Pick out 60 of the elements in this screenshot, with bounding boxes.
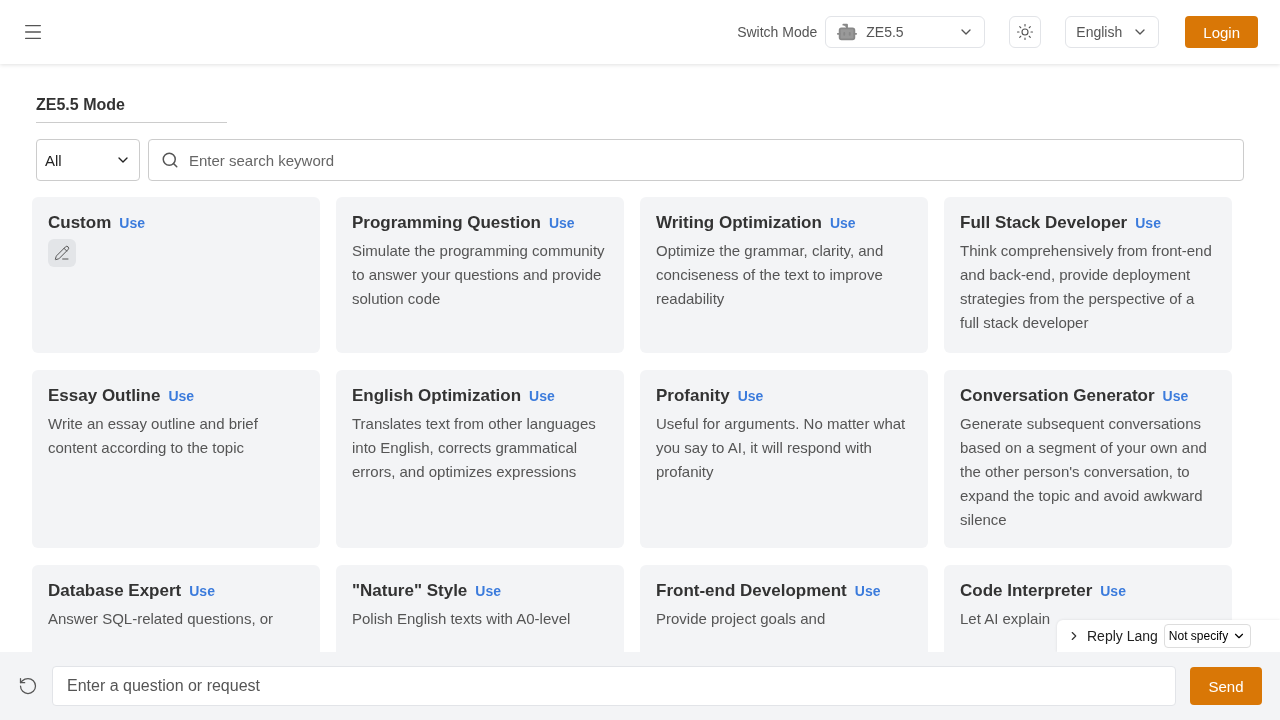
card-title: Essay Outline (48, 386, 161, 406)
card-description: Polish English texts with A0-level (352, 609, 572, 629)
card-description: Useful for arguments. No matter what you say to AI, it will respond with profanity (656, 414, 907, 482)
prompt-card[interactable]: Full Stack Developer Use Think comprehensively from front-end and back-end, provide deployment strategies from the perspective of a full stack developer (944, 197, 1232, 353)
card-title: Custom (48, 213, 112, 233)
prompt-card[interactable]: Custom Use (32, 197, 320, 353)
category-select[interactable]: All (36, 139, 140, 181)
prompt-card[interactable]: Conversation Generator Use Generate subsequent conversations based on a segment of your own and the other person's conversation, to expand the topic and avoid awkward silence (944, 370, 1232, 548)
card-description: Simulate the programming community to answer your questions and provide solution code (352, 241, 606, 309)
prompt-card[interactable]: Database Expert Use Answer SQL-related questions, or (32, 565, 320, 652)
card-title: Conversation Generator (960, 386, 1155, 406)
card-title: Full Stack Developer (960, 213, 1128, 233)
card-description: Provide project goals and (656, 609, 827, 629)
question-input[interactable]: Enter a question or request (52, 666, 1176, 706)
page-title: ZE5.5 Mode (36, 96, 227, 123)
prompt-card[interactable]: English Optimization Use Translates text from other languages into English, corrects grammatical errors, and optimizes expressions (336, 370, 624, 548)
card-description: Answer SQL-related questions, or (48, 609, 275, 629)
prompt-card[interactable]: Profanity Use Useful for arguments. No matter what you say to AI, it will respond with profanity (640, 370, 928, 548)
card-title: Code Interpreter (960, 581, 1093, 601)
search-icon (161, 151, 179, 169)
use-link[interactable]: Use (119, 215, 145, 231)
sun-icon[interactable] (1009, 16, 1042, 48)
card-title: Profanity (656, 386, 730, 406)
card-title: Database Expert (48, 581, 182, 601)
card-title: Front-end Development (656, 581, 847, 601)
card-description: Let AI explain (960, 609, 1052, 629)
card-title: "Nature" Style (352, 581, 468, 601)
edit-icon[interactable] (48, 239, 76, 267)
switch-mode-label: Switch Mode (737, 24, 818, 40)
use-link[interactable]: Use (737, 388, 764, 404)
search-field[interactable]: Enter search keyword (148, 139, 1244, 181)
use-link[interactable]: Use (829, 215, 856, 231)
prompt-card[interactable]: Front-end Development Use Provide project goals and (640, 565, 928, 652)
card-title: English Optimization (352, 386, 522, 406)
card-description: Generate subsequent conversations based on a segment of your own and the other person's conversation, to expand the topic and avoid awkward silence (960, 414, 1208, 530)
use-link[interactable]: Use (168, 388, 195, 404)
use-link[interactable]: Use (1162, 388, 1189, 404)
card-description: Write an essay outline and brief content according to the topic (48, 414, 259, 458)
reply-language-select[interactable]: Not specify (1163, 624, 1252, 648)
use-link[interactable]: Use (1100, 583, 1126, 599)
use-link[interactable]: Use (189, 583, 215, 599)
prompt-card[interactable]: "Nature" Style Use Polish English texts with A0-level (336, 565, 624, 652)
prompt-card[interactable]: Programming Question Use Simulate the programming community to answer your questions and provide solution code (336, 197, 624, 353)
card-description: Think comprehensively from front-end and back-end, provide deployment strategies from the perspective of a full stack developer (960, 241, 1213, 333)
card-description: Optimize the grammar, clarity, and conciseness of the text to improve readability (656, 241, 885, 309)
prompt-card[interactable]: Writing Optimization Use Optimize the grammar, clarity, and conciseness of the text to improve readability (640, 197, 928, 353)
use-link[interactable]: Use (548, 215, 575, 231)
reply-language-label: Reply Lang (1087, 628, 1158, 644)
use-link[interactable]: Use (854, 583, 881, 599)
card-title: Programming Question (352, 213, 541, 233)
mode-select[interactable]: ZE5.5 (825, 16, 986, 48)
prompt-card[interactable]: Essay Outline Use Write an essay outline and brief content according to the topic (32, 370, 320, 548)
use-link[interactable]: Use (529, 388, 555, 404)
robot-icon (836, 21, 859, 43)
refresh-icon[interactable] (18, 676, 38, 696)
language-select[interactable]: English (1065, 16, 1160, 48)
card-title: Writing Optimization (656, 213, 822, 233)
use-link[interactable]: Use (1135, 215, 1161, 231)
card-description: Translates text from other languages into English, corrects grammatical errors, and optimizes expressions (352, 414, 597, 482)
use-link[interactable]: Use (475, 583, 501, 599)
